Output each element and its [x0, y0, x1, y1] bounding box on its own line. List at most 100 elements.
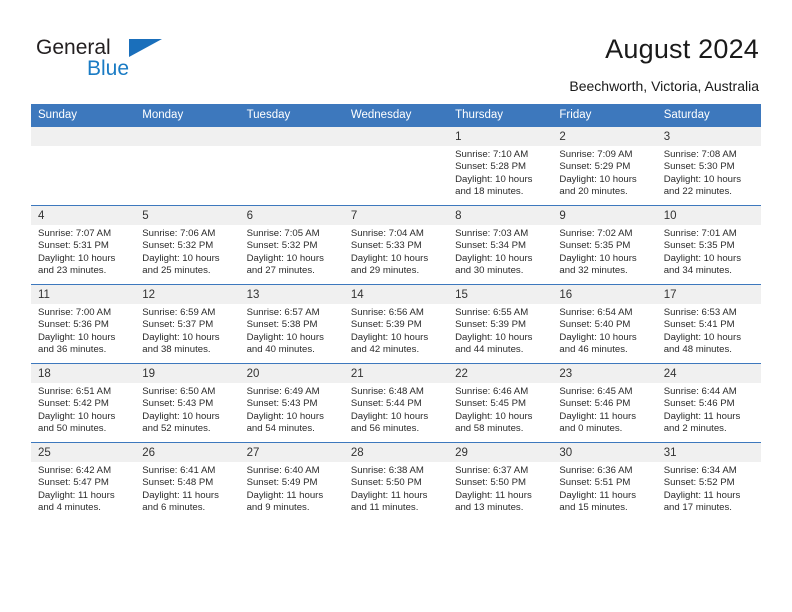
- sunset-text: Sunset: 5:40 PM: [559, 319, 631, 331]
- sunset-text: Sunset: 5:49 PM: [246, 477, 318, 489]
- sunrise-text: Sunrise: 6:36 AM: [559, 465, 633, 476]
- day-details: Sunrise: 6:50 AM Sunset: 5:43 PM Daylight:…: [135, 383, 239, 435]
- calendar-day-cell[interactable]: 28 Sunrise: 6:38 AM Sunset: 5:50 PM Dayligh…: [343, 442, 449, 521]
- calendar-day-cell[interactable]: 13 Sunrise: 6:57 AM Sunset: 5:38 PM Dayligh…: [239, 284, 344, 364]
- daylight-text: Daylight: 10 hours and 18 minutes.: [455, 173, 533, 197]
- calendar-day-cell[interactable]: 23 Sunrise: 6:45 AM Sunset: 5:46 PM Dayligh…: [552, 363, 657, 443]
- calendar-day-cell[interactable]: 4 Sunrise: 7:07 AM Sunset: 5:31 PM Daylight…: [31, 205, 136, 285]
- calendar-day-cell[interactable]: 11 Sunrise: 7:00 AM Sunset: 5:36 PM Dayligh…: [31, 284, 136, 364]
- day-details: Sunrise: 6:34 AM Sunset: 5:52 PM Daylight:…: [657, 462, 761, 514]
- calendar-day-cell[interactable]: 24 Sunrise: 6:44 AM Sunset: 5:46 PM Dayligh…: [656, 363, 761, 443]
- sunset-text: Sunset: 5:41 PM: [663, 319, 735, 331]
- daylight-text: Daylight: 10 hours and 54 minutes.: [246, 410, 324, 434]
- calendar-day-cell[interactable]: 9 Sunrise: 7:02 AM Sunset: 5:35 PM Daylight…: [552, 205, 657, 285]
- sunset-text: Sunset: 5:45 PM: [455, 398, 527, 410]
- calendar-day-cell[interactable]: 16 Sunrise: 6:54 AM Sunset: 5:40 PM Dayligh…: [552, 284, 657, 364]
- weekday-header-saturday: Saturday: [656, 104, 761, 127]
- sunset-text: Sunset: 5:50 PM: [455, 477, 527, 489]
- day-details: Sunrise: 6:54 AM Sunset: 5:40 PM Daylight:…: [552, 304, 656, 356]
- weekday-header-monday: Monday: [135, 104, 240, 127]
- calendar-day-cell[interactable]: 29 Sunrise: 6:37 AM Sunset: 5:50 PM Dayligh…: [448, 442, 553, 521]
- daylight-text: Daylight: 10 hours and 36 minutes.: [38, 331, 116, 355]
- sunrise-text: Sunrise: 6:51 AM: [38, 386, 112, 397]
- day-number: [31, 127, 136, 146]
- calendar-day-cell[interactable]: 30 Sunrise: 6:36 AM Sunset: 5:51 PM Dayligh…: [552, 442, 657, 521]
- day-number: 12: [135, 285, 240, 304]
- day-number: 6: [239, 206, 344, 225]
- day-details: Sunrise: 7:10 AM Sunset: 5:28 PM Daylight:…: [448, 146, 552, 198]
- calendar-week-row: 18 Sunrise: 6:51 AM Sunset: 5:42 PM Dayligh…: [31, 363, 761, 443]
- day-details: Sunrise: 6:51 AM Sunset: 5:42 PM Daylight:…: [31, 383, 135, 435]
- calendar-day-cell[interactable]: 5 Sunrise: 7:06 AM Sunset: 5:32 PM Daylight…: [135, 205, 240, 285]
- day-details: Sunrise: 6:45 AM Sunset: 5:46 PM Daylight:…: [552, 383, 656, 435]
- calendar-day-cell[interactable]: 31 Sunrise: 6:34 AM Sunset: 5:52 PM Dayligh…: [656, 442, 761, 521]
- sunset-text: Sunset: 5:48 PM: [142, 477, 214, 489]
- calendar-day-cell[interactable]: 1 Sunrise: 7:10 AM Sunset: 5:28 PM Daylight…: [448, 126, 553, 206]
- calendar-day-cell[interactable]: 22 Sunrise: 6:46 AM Sunset: 5:45 PM Dayligh…: [448, 363, 553, 443]
- day-number: 3: [656, 127, 761, 146]
- sunset-text: Sunset: 5:30 PM: [663, 161, 735, 173]
- day-details: Sunrise: 7:00 AM Sunset: 5:36 PM Daylight:…: [31, 304, 135, 356]
- sunset-text: Sunset: 5:32 PM: [246, 240, 318, 252]
- day-details: Sunrise: 6:36 AM Sunset: 5:51 PM Daylight:…: [552, 462, 656, 514]
- calendar-day-cell[interactable]: 10 Sunrise: 7:01 AM Sunset: 5:35 PM Dayligh…: [656, 205, 761, 285]
- sunset-text: Sunset: 5:36 PM: [38, 319, 109, 331]
- day-number: 9: [552, 206, 657, 225]
- calendar-day-cell[interactable]: 2 Sunrise: 7:09 AM Sunset: 5:29 PM Daylight…: [552, 126, 657, 206]
- calendar-day-cell[interactable]: 15 Sunrise: 6:55 AM Sunset: 5:39 PM Dayligh…: [448, 284, 553, 364]
- calendar-day-cell[interactable]: 17 Sunrise: 6:53 AM Sunset: 5:41 PM Dayligh…: [656, 284, 761, 364]
- calendar-day-cell[interactable]: 18 Sunrise: 6:51 AM Sunset: 5:42 PM Dayligh…: [31, 363, 136, 443]
- sunrise-text: Sunrise: 6:55 AM: [455, 307, 529, 318]
- calendar-day-cell[interactable]: 6 Sunrise: 7:05 AM Sunset: 5:32 PM Daylight…: [239, 205, 344, 285]
- daylight-text: Daylight: 10 hours and 48 minutes.: [663, 331, 742, 355]
- day-details: Sunrise: 7:09 AM Sunset: 5:29 PM Daylight:…: [552, 146, 656, 198]
- logo[interactable]: General Blue: [36, 36, 166, 82]
- sunset-text: Sunset: 5:42 PM: [38, 398, 109, 410]
- sunrise-text: Sunrise: 7:07 AM: [38, 228, 112, 239]
- sunrise-text: Sunrise: 7:04 AM: [350, 228, 424, 239]
- calendar-body: 1 Sunrise: 7:10 AM Sunset: 5:28 PM Daylight…: [31, 126, 761, 521]
- sunset-text: Sunset: 5:43 PM: [142, 398, 214, 410]
- sunset-text: Sunset: 5:50 PM: [350, 477, 422, 489]
- day-number: 27: [239, 443, 344, 462]
- daylight-text: Daylight: 10 hours and 27 minutes.: [246, 252, 324, 276]
- page-header: General Blue August 2024 Beechworth, Vic…: [0, 0, 792, 103]
- calendar-day-cell[interactable]: 25 Sunrise: 6:42 AM Sunset: 5:47 PM Dayligh…: [31, 442, 136, 521]
- day-number: 31: [656, 443, 761, 462]
- day-details: Sunrise: 6:56 AM Sunset: 5:39 PM Daylight:…: [344, 304, 448, 356]
- calendar-day-cell[interactable]: 7 Sunrise: 7:04 AM Sunset: 5:33 PM Daylight…: [343, 205, 449, 285]
- daylight-text: Daylight: 11 hours and 2 minutes.: [663, 410, 741, 434]
- weekday-header-row: Sunday Monday Tuesday Wednesday Thursday…: [31, 104, 761, 127]
- calendar-day-cell[interactable]: 21 Sunrise: 6:48 AM Sunset: 5:44 PM Dayligh…: [343, 363, 449, 443]
- sunrise-text: Sunrise: 6:59 AM: [142, 307, 216, 318]
- day-number: 28: [343, 443, 449, 462]
- sunset-text: Sunset: 5:33 PM: [350, 240, 422, 252]
- sunset-text: Sunset: 5:44 PM: [350, 398, 422, 410]
- calendar-day-cell[interactable]: 14 Sunrise: 6:56 AM Sunset: 5:39 PM Dayligh…: [343, 284, 449, 364]
- day-number: 1: [448, 127, 553, 146]
- day-details: Sunrise: 6:40 AM Sunset: 5:49 PM Daylight:…: [240, 462, 344, 514]
- sunrise-text: Sunrise: 6:38 AM: [350, 465, 424, 476]
- sunset-text: Sunset: 5:47 PM: [38, 477, 109, 489]
- calendar-day-cell[interactable]: 19 Sunrise: 6:50 AM Sunset: 5:43 PM Dayligh…: [135, 363, 240, 443]
- calendar-day-cell[interactable]: 12 Sunrise: 6:59 AM Sunset: 5:37 PM Dayligh…: [135, 284, 240, 364]
- calendar-day-cell[interactable]: 8 Sunrise: 7:03 AM Sunset: 5:34 PM Daylight…: [448, 205, 553, 285]
- sunset-text: Sunset: 5:46 PM: [663, 398, 735, 410]
- day-details: Sunrise: 6:49 AM Sunset: 5:43 PM Daylight:…: [240, 383, 344, 435]
- calendar-day-cell[interactable]: 20 Sunrise: 6:49 AM Sunset: 5:43 PM Dayligh…: [239, 363, 344, 443]
- day-details: Sunrise: 6:53 AM Sunset: 5:41 PM Daylight:…: [657, 304, 761, 356]
- daylight-text: Daylight: 11 hours and 11 minutes.: [350, 489, 428, 513]
- sunrise-text: Sunrise: 6:54 AM: [559, 307, 633, 318]
- daylight-text: Daylight: 10 hours and 20 minutes.: [559, 173, 637, 197]
- sunrise-text: Sunrise: 6:34 AM: [663, 465, 737, 476]
- calendar-day-cell[interactable]: 3 Sunrise: 7:08 AM Sunset: 5:30 PM Daylight…: [656, 126, 761, 206]
- sunrise-text: Sunrise: 6:50 AM: [142, 386, 216, 397]
- triangle-icon: [129, 39, 162, 57]
- calendar-day-cell[interactable]: 26 Sunrise: 6:41 AM Sunset: 5:48 PM Dayligh…: [135, 442, 240, 521]
- sunset-text: Sunset: 5:35 PM: [559, 240, 631, 252]
- calendar-day-cell[interactable]: 27 Sunrise: 6:40 AM Sunset: 5:49 PM Dayligh…: [239, 442, 344, 521]
- daylight-text: Daylight: 11 hours and 9 minutes.: [246, 489, 324, 513]
- sunset-text: Sunset: 5:37 PM: [142, 319, 214, 331]
- daylight-text: Daylight: 10 hours and 42 minutes.: [350, 331, 429, 355]
- daylight-text: Daylight: 10 hours and 34 minutes.: [663, 252, 742, 276]
